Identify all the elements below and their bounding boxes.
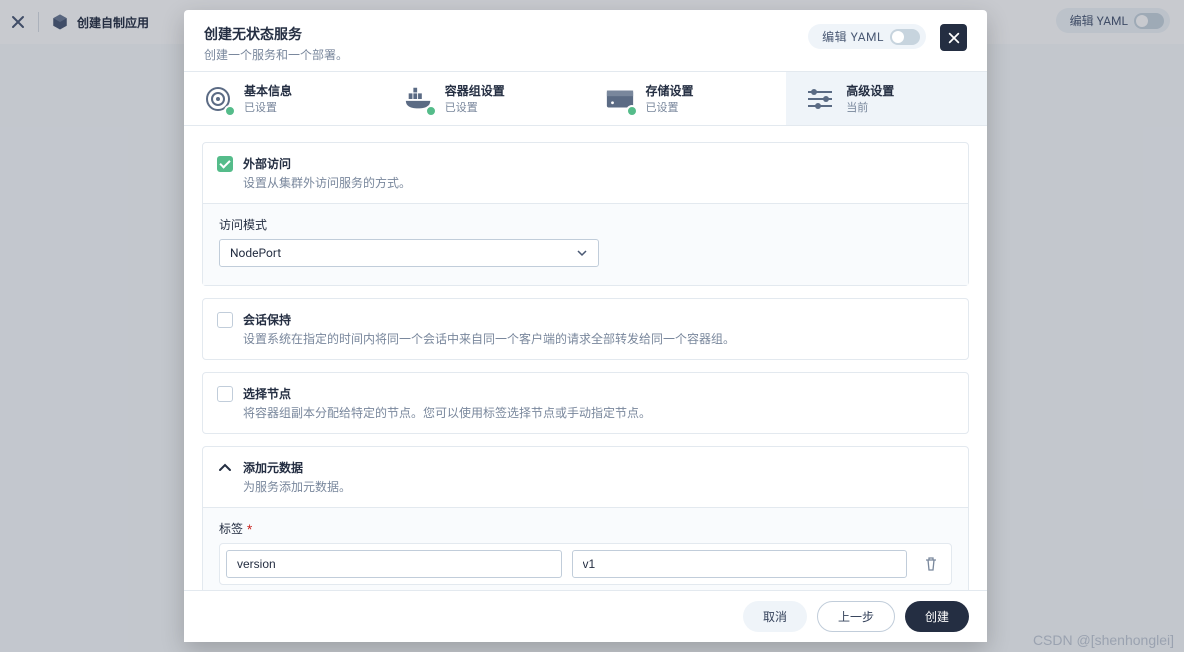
- node-checkbox[interactable]: [217, 386, 233, 402]
- toggle-off-icon: [890, 29, 920, 45]
- step-title: 存储设置: [646, 82, 694, 99]
- external-access-desc: 设置从集群外访问服务的方式。: [243, 174, 411, 191]
- delete-row-button[interactable]: [923, 556, 939, 572]
- label-row: [219, 543, 952, 585]
- external-access-checkbox[interactable]: [217, 156, 233, 172]
- chevron-up-icon[interactable]: [217, 460, 233, 476]
- step-status: 已设置: [445, 99, 505, 115]
- node-title: 选择节点: [243, 385, 651, 402]
- create-service-modal: 创建无状态服务 创建一个服务和一个部署。 编辑 YAML 基本信息 已设置: [184, 10, 987, 642]
- access-mode-value: NodePort: [230, 246, 281, 260]
- select-node-card: 选择节点 将容器组副本分配给特定的节点。您可以使用标签选择节点或手动指定节点。: [202, 372, 969, 434]
- sliders-icon: [804, 83, 836, 115]
- metadata-desc: 为服务添加元数据。: [243, 478, 351, 495]
- metadata-title: 添加元数据: [243, 459, 351, 476]
- step-title: 容器组设置: [445, 82, 505, 99]
- access-mode-label: 访问模式: [219, 216, 952, 233]
- chevron-down-icon: [576, 247, 588, 259]
- session-title: 会话保持: [243, 311, 735, 328]
- target-icon: [202, 83, 234, 115]
- step-title: 基本信息: [244, 82, 292, 99]
- labels-field-label: 标签*: [219, 520, 952, 537]
- step-container-settings[interactable]: 容器组设置 已设置: [385, 72, 586, 125]
- create-button[interactable]: 创建: [905, 601, 969, 632]
- modal-close-button[interactable]: [940, 24, 967, 51]
- modal-title: 创建无状态服务: [204, 24, 808, 44]
- external-access-card: 外部访问 设置从集群外访问服务的方式。 访问模式 NodePort: [202, 142, 969, 286]
- step-status: 已设置: [646, 99, 694, 115]
- modal-subtitle: 创建一个服务和一个部署。: [204, 46, 808, 63]
- close-icon: [947, 31, 961, 45]
- label-key-input[interactable]: [226, 550, 562, 578]
- storage-icon: [604, 83, 636, 115]
- watermark: CSDN @[shenhonglei]: [1033, 632, 1174, 648]
- cancel-button[interactable]: 取消: [743, 601, 807, 632]
- yaml-label: 编辑 YAML: [822, 28, 884, 45]
- metadata-card: 添加元数据 为服务添加元数据。 标签*: [202, 446, 969, 590]
- session-desc: 设置系统在指定的时间内将同一个会话中来自同一个客户端的请求全部转发给同一个容器组…: [243, 330, 735, 347]
- prev-button[interactable]: 上一步: [817, 601, 895, 632]
- step-storage-settings[interactable]: 存储设置 已设置: [586, 72, 787, 125]
- container-icon: [403, 83, 435, 115]
- label-value-input[interactable]: [572, 550, 908, 578]
- external-access-title: 外部访问: [243, 155, 411, 172]
- step-status: 当前: [846, 99, 894, 115]
- access-mode-select[interactable]: NodePort: [219, 239, 599, 267]
- session-checkbox[interactable]: [217, 312, 233, 328]
- step-status: 已设置: [244, 99, 292, 115]
- step-title: 高级设置: [846, 82, 894, 99]
- edit-yaml-toggle[interactable]: 编辑 YAML: [808, 24, 926, 49]
- step-advanced-settings[interactable]: 高级设置 当前: [786, 72, 987, 125]
- node-desc: 将容器组副本分配给特定的节点。您可以使用标签选择节点或手动指定节点。: [243, 404, 651, 421]
- session-affinity-card: 会话保持 设置系统在指定的时间内将同一个会话中来自同一个客户端的请求全部转发给同…: [202, 298, 969, 360]
- wizard-steps: 基本信息 已设置 容器组设置 已设置 存储设置 已设置: [184, 71, 987, 126]
- step-basic-info[interactable]: 基本信息 已设置: [184, 72, 385, 125]
